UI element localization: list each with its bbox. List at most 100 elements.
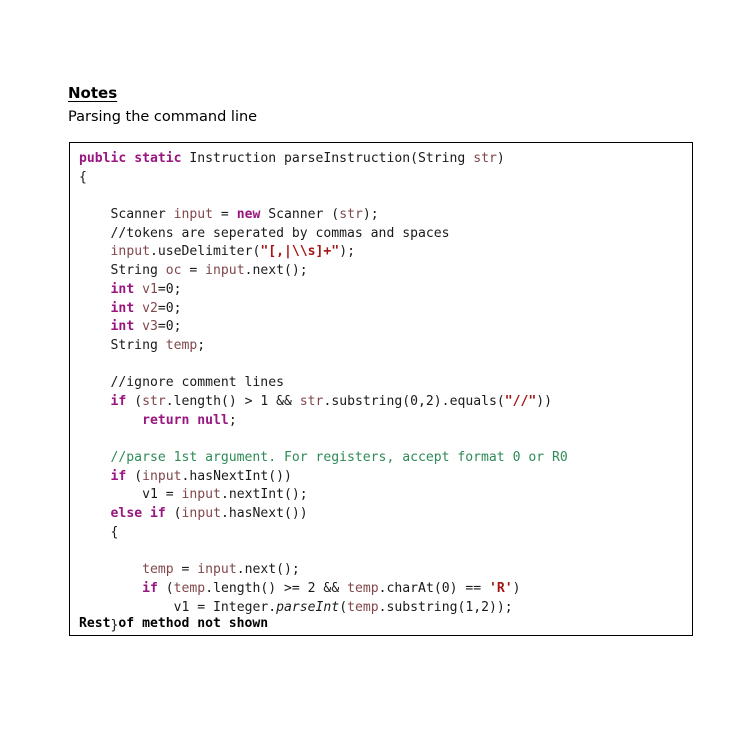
code-token-plain: =	[157, 487, 182, 503]
page-canvas: Notes Parsing the command line public st…	[0, 0, 746, 743]
code-token-var: temp	[142, 562, 174, 578]
code-line: {	[79, 524, 568, 543]
code-line: int v1=0;	[79, 281, 568, 300]
code-token-var: input	[197, 562, 237, 578]
code-token-str: "//"	[504, 393, 537, 409]
code-token-plain: =	[213, 207, 237, 223]
code-token-plain: {	[79, 524, 119, 540]
code-token-kw: static	[134, 151, 182, 166]
code-token-plain: =	[181, 263, 206, 279]
code-token-plain: = Integer.	[189, 599, 277, 615]
code-token-var: input	[173, 207, 214, 223]
code-token-plain: ;	[228, 412, 237, 428]
code-token-plain: (	[157, 580, 174, 596]
code-token-plain: .useDelimiter(	[149, 244, 261, 260]
code-token-kw: if	[149, 506, 166, 522]
page-subtitle: Parsing the command line	[68, 109, 258, 125]
code-line: temp = input.next();	[79, 561, 568, 580]
code-token-kw: return	[142, 412, 190, 428]
code-line: else if (input.hasNext())	[79, 505, 568, 524]
code-token-var: v3	[142, 319, 158, 335]
code-token-plain: =0;	[157, 319, 182, 335]
code-line: //parse 1st argument. For registers, acc…	[79, 449, 568, 468]
code-token-var: v2	[142, 300, 158, 316]
code-line: if (temp.length() >= 2 && temp.charAt(0)…	[79, 580, 568, 599]
code-token-ital: parseInt	[276, 599, 340, 615]
code-line: String oc = input.next();	[79, 262, 568, 281]
code-token-plain: .hasNextInt())	[181, 468, 292, 484]
code-token-plain: (	[126, 393, 143, 409]
code-line: //tokens are seperated by commas and spa…	[79, 225, 568, 244]
code-token-plain: v1	[142, 487, 158, 503]
page-title: Notes	[68, 84, 118, 102]
code-line: String temp;	[79, 337, 568, 356]
code-token-var: input	[205, 263, 245, 279]
code-token-var: str	[142, 393, 166, 409]
code-block-container: public static Instruction parseInstructi…	[69, 142, 693, 636]
code-line: return null;	[79, 412, 568, 431]
code-token-var: str	[473, 151, 497, 166]
code-token-kw: int	[110, 319, 135, 335]
code-token-var: str	[299, 393, 324, 409]
code-token-plain: ;	[197, 337, 206, 353]
code-token-var: input	[142, 468, 182, 484]
code-token-plain: Instruction parseInstruction(String	[181, 151, 474, 166]
code-token-var: temp	[347, 580, 379, 596]
code-token-plain: .length() > 1 &&	[165, 393, 300, 409]
code-token-var: input	[181, 506, 221, 522]
code-token-kw: if	[110, 393, 127, 409]
code-line: v1 = input.nextInt();	[79, 486, 568, 505]
code-token-str: 'R'	[489, 580, 513, 596]
code-token-kw: if	[110, 468, 127, 484]
code-token-plain: =0;	[157, 281, 182, 297]
code-token-var: temp	[165, 337, 198, 353]
code-token-plain: ))	[536, 393, 553, 409]
code-line: int v2=0;	[79, 300, 568, 319]
code-line: if (str.length() > 1 && str.substring(0,…	[79, 393, 568, 412]
code-token-plain: (	[126, 468, 143, 484]
code-token-plain: .nextInt();	[220, 487, 308, 503]
code-token-plain: =0;	[157, 300, 182, 316]
code-token-plain: Scanner	[79, 207, 174, 223]
code-token-kw: int	[110, 300, 135, 316]
code-token-plain: .next();	[236, 562, 300, 578]
code-token-plain: );	[339, 244, 355, 260]
code-token-kw: new	[236, 207, 261, 223]
code-token-var: temp	[173, 580, 206, 596]
code-line: input.useDelimiter("[,|\\s]+");	[79, 243, 568, 262]
code-token-cmt: //ignore comment lines	[79, 375, 284, 391]
code-token-kw: int	[110, 281, 135, 297]
code-token-kw: if	[142, 580, 158, 596]
code-token-var: str	[339, 207, 363, 223]
code-token-plain: v1	[173, 599, 190, 615]
code-token-kw: public	[79, 151, 127, 166]
code-token-str: "[,|\\s]+"	[260, 244, 340, 260]
code-token-plain: .next();	[244, 263, 308, 279]
code-line: {	[79, 169, 568, 188]
code-line: if (input.hasNextInt())	[79, 468, 568, 487]
code-token-plain: Scanner (	[260, 207, 340, 223]
code-token-plain: );	[362, 207, 379, 223]
code-token-plain: .substring(0,2).equals(	[323, 393, 505, 409]
code-token-var: input	[110, 244, 150, 260]
code-token-var: input	[181, 487, 221, 503]
code-token-var: v1	[142, 281, 158, 297]
code-token-plain: )	[512, 580, 521, 596]
code-token-plain: .substring(1,2));	[378, 599, 513, 615]
code-token-plain: .charAt(0) ==	[378, 580, 490, 596]
code-token-plain: String	[79, 337, 166, 353]
